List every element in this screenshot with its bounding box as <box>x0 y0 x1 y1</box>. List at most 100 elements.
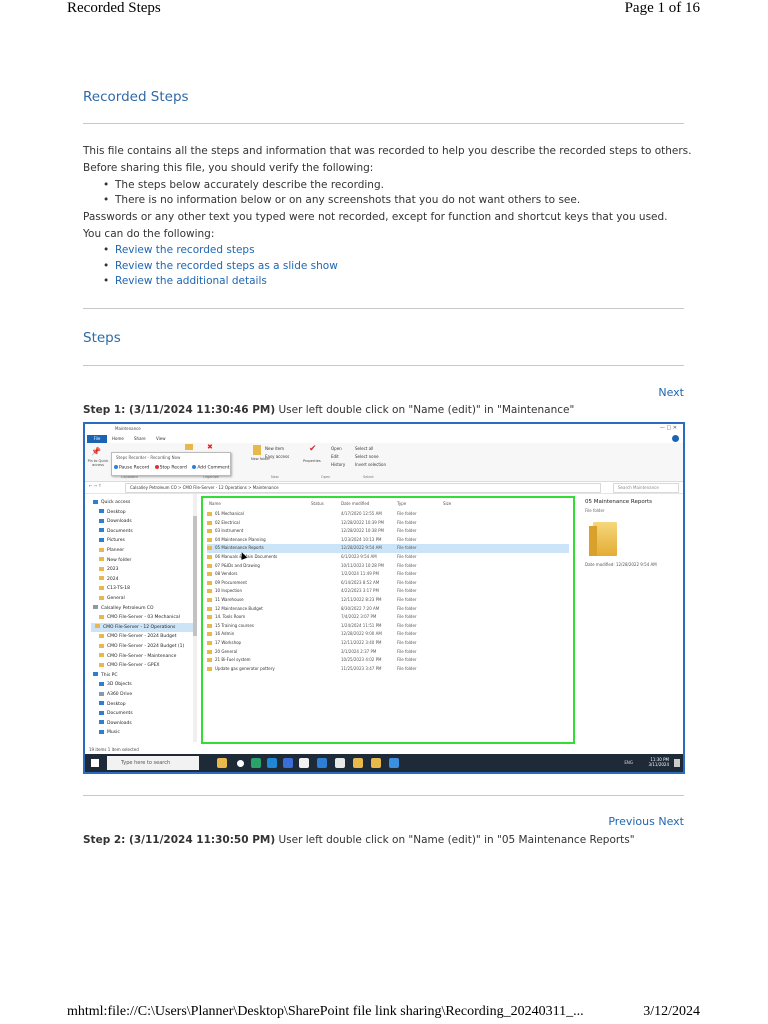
app-icon[interactable] <box>299 758 309 768</box>
select-all-label[interactable]: Select all <box>355 446 373 451</box>
file-row[interactable]: 21 Bi-Fuel system 10/25/2023 4:02 PM File … <box>207 656 569 665</box>
nav-pane-item[interactable]: 2023 <box>99 565 118 574</box>
nav-pane-item[interactable]: CMO File-Server - 12 Operations <box>91 622 195 632</box>
nav-pane-item[interactable]: 2024 <box>99 575 118 584</box>
windows-start-icon[interactable] <box>91 759 99 767</box>
divider <box>83 365 684 366</box>
tab-file[interactable]: File <box>87 435 107 443</box>
search-input[interactable]: Search Maintenance <box>613 483 679 493</box>
nav-pane-item[interactable]: C13-TS-18 <box>99 584 130 593</box>
nav-pane-item[interactable]: CMO File-Server - 03 Mechanical <box>99 613 180 622</box>
nav-pane-item[interactable]: This PC <box>93 671 117 680</box>
notification-icon[interactable] <box>674 759 680 767</box>
tab-view[interactable]: View <box>156 435 166 443</box>
nav-pane-item[interactable]: CMO File-Server - GPEX <box>99 661 160 670</box>
column-header-type[interactable]: Type <box>397 500 406 507</box>
previous-link[interactable]: Previous <box>608 815 655 828</box>
taskbar-search[interactable]: Type here to search <box>107 756 199 770</box>
folder-icon <box>93 499 98 504</box>
file-row[interactable]: 04 Maintenance Planning 1/23/2024 10:13 P… <box>207 536 569 545</box>
nav-pane-item[interactable]: Desktop <box>99 508 126 517</box>
nav-pane-item[interactable]: Calsalley Petroleum CO <box>93 604 154 613</box>
file-row[interactable]: 09 Procurement 6/14/2023 8:52 AM File fold… <box>207 579 569 588</box>
taskbar-clock[interactable]: 11:30 PM 3/11/2024 <box>648 757 669 767</box>
edit-label[interactable]: Edit <box>331 454 339 459</box>
navigation-scrollbar[interactable] <box>193 494 197 742</box>
column-header-status[interactable]: Status <box>311 500 324 507</box>
file-row[interactable]: 06 Manuals & Main Documents 6/1/2023 9:54… <box>207 553 569 562</box>
nav-pane-item[interactable]: Downloads <box>99 517 132 526</box>
cortana-icon[interactable] <box>237 760 244 767</box>
new-item-label[interactable]: New item <box>265 446 284 451</box>
nav-pane-item[interactable]: Pictures <box>99 536 125 545</box>
app-icon[interactable] <box>389 758 399 768</box>
edge-icon[interactable] <box>267 758 277 768</box>
column-header-name[interactable]: Name <box>209 500 221 507</box>
pin-icon[interactable]: 📌 <box>91 447 101 456</box>
file-row[interactable]: 03 Instrument 12/28/2022 10:38 PM File fol… <box>207 527 569 536</box>
file-row[interactable]: 12 Maintenance Budget 8/30/2022 7:20 AM Fi… <box>207 605 569 614</box>
file-row[interactable]: 10 Inspection 4/22/2023 3:17 PM File folde… <box>207 587 569 596</box>
file-row[interactable]: 07 P&IDs and Drawing 10/11/2023 10:28 PM F… <box>207 562 569 571</box>
app-icon[interactable] <box>283 758 293 768</box>
easy-access-label[interactable]: Easy access <box>265 454 289 459</box>
nav-pane-item[interactable]: General <box>99 594 125 603</box>
new-folder-icon[interactable] <box>253 445 261 455</box>
nav-pane-item[interactable]: Quick access <box>93 498 130 507</box>
file-row[interactable]: 16 Admin 12/28/2022 9:00 AM File folder <box>207 630 569 639</box>
pause-record-button[interactable]: Pause Record <box>114 465 149 471</box>
nav-pane-item[interactable]: Downloads <box>99 719 132 728</box>
tab-home[interactable]: Home <box>112 435 124 443</box>
nav-pane-item[interactable]: CMO File-Server - 2024 Budget <box>99 632 176 641</box>
file-row[interactable]: 14. Tools Room 7/4/2022 3:07 PM File folde… <box>207 613 569 622</box>
nav-arrows-icon[interactable]: ← → ↑ <box>89 483 102 488</box>
tab-share[interactable]: Share <box>134 435 146 443</box>
properties-icon[interactable]: ✔ <box>309 444 317 454</box>
history-label[interactable]: History <box>331 462 345 467</box>
nav-pane-item[interactable]: Documents <box>99 527 133 536</box>
help-icon[interactable] <box>672 435 679 442</box>
file-row[interactable]: 05 Maintenance Reports 12/28/2022 9:54 AM… <box>207 544 569 553</box>
briefcase-icon[interactable] <box>217 758 227 768</box>
add-comment-button[interactable]: Add Comment <box>192 465 230 471</box>
file-row[interactable]: Update gas generator pottery 11/25/2023 3… <box>207 665 569 674</box>
file-row[interactable]: 02 Electrical 12/28/2022 10:39 PM File fol… <box>207 519 569 528</box>
file-name: 16 Admin <box>207 630 234 639</box>
file-row[interactable]: 15 Training courses 1/24/2024 11:51 PM Fil… <box>207 622 569 631</box>
window-controls[interactable]: — □ ✕ <box>660 425 677 431</box>
select-none-label[interactable]: Select none <box>355 454 379 459</box>
nav-pane-item[interactable]: Desktop <box>99 700 126 709</box>
nav-pane-item[interactable]: 3D Objects <box>99 680 132 689</box>
nav-pane-item[interactable]: CMO File-Server - Maintenance <box>99 652 176 661</box>
file-row[interactable]: 01 Mechanical 4/17/2020 12:55 AM File fold… <box>207 510 569 519</box>
column-header-size[interactable]: Size <box>443 500 451 507</box>
additional-details-link[interactable]: Review the additional details <box>103 275 267 287</box>
file-row[interactable]: 20 General 3/1/2024 2:37 PM File folder <box>207 648 569 657</box>
file-row[interactable]: 08 Vendors 1/2/2024 11:49 PM File folder <box>207 570 569 579</box>
column-header-date[interactable]: Date modified <box>341 500 369 507</box>
nav-pane-item[interactable]: Music <box>99 728 120 737</box>
file-row[interactable]: 11 Warehouse 12/11/2022 8:23 PM File folde… <box>207 596 569 605</box>
invert-selection-label[interactable]: Invert selection <box>355 462 386 467</box>
nav-pane-item[interactable]: New folder <box>99 556 131 565</box>
file-row[interactable]: 17 Workshop 12/11/2022 3:40 PM File folder <box>207 639 569 648</box>
review-steps-link[interactable]: Review the recorded steps <box>103 244 255 256</box>
system-tray[interactable]: ENG <box>624 760 633 765</box>
file-explorer-icon[interactable] <box>371 758 381 768</box>
delete-icon[interactable]: ✖ <box>207 443 213 451</box>
scrollbar-thumb[interactable] <box>193 516 197 636</box>
file-explorer-icon[interactable] <box>353 758 363 768</box>
next-link[interactable]: Next <box>658 815 684 828</box>
app-icon[interactable] <box>251 758 261 768</box>
address-path[interactable]: Calsalley Petroleum CO > CMO File-Server… <box>125 483 601 493</box>
nav-pane-item[interactable]: CMO File-Server - 2024 Budget (1) <box>99 642 184 651</box>
open-label[interactable]: Open <box>331 446 342 451</box>
next-link[interactable]: Next <box>658 386 684 399</box>
nav-pane-item[interactable]: A360 Drive <box>99 690 132 699</box>
stop-record-button[interactable]: Stop Record <box>154 465 187 471</box>
nav-pane-item[interactable]: Planner <box>99 546 124 555</box>
mail-icon[interactable] <box>317 758 327 768</box>
slide-show-link[interactable]: Review the recorded steps as a slide sho… <box>103 260 338 272</box>
app-icon[interactable] <box>335 758 345 768</box>
nav-pane-item[interactable]: Documents <box>99 709 133 718</box>
